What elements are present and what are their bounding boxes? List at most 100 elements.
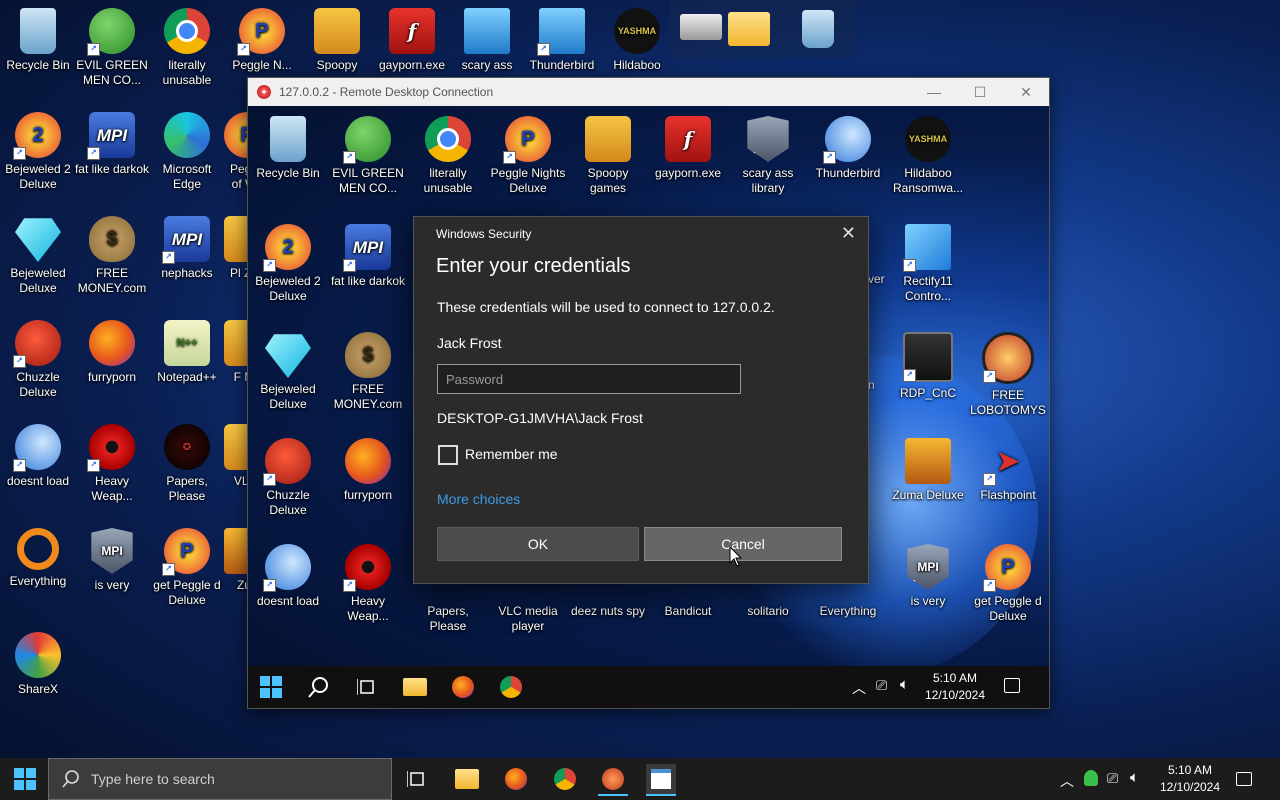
more-choices-link[interactable]: More choices	[437, 491, 520, 507]
rdp-icon-deez-nuts-spy[interactable]: deez nuts spy	[570, 604, 646, 619]
desktop-icon-thunderbird[interactable]: ↗ Thunderbird	[524, 8, 600, 73]
tray-volume-icon[interactable]: 🔈︎	[1130, 769, 1139, 786]
rdp-icon-furryporn[interactable]: furryporn	[330, 438, 406, 503]
rdp-icon-peggle-nights[interactable]: P ↗ Peggle Nights Deluxe	[490, 116, 566, 196]
recycle-bin-icon[interactable]	[802, 10, 834, 48]
chrome-button[interactable]	[496, 672, 526, 702]
flash-icon: f	[665, 116, 711, 162]
desktop-icon-peggle-nights[interactable]: P ↗ Peggle N...	[224, 8, 300, 73]
search-button[interactable]	[304, 672, 334, 702]
desktop-icon-hildaboo[interactable]: YASHMA Hildaboo	[599, 8, 675, 73]
rdp-icon-bandicut[interactable]: Bandicut	[650, 604, 726, 619]
desktop-icon-bejeweled[interactable]: Bejeweled Deluxe	[0, 216, 76, 296]
taskbar-search-box[interactable]: Type here to search	[48, 758, 392, 800]
desktop-icon-literally-unusable[interactable]: literally unusable	[149, 8, 225, 88]
remote-tray-network-icon[interactable]: ⎚	[876, 677, 887, 694]
desktop-icon-recycle-bin[interactable]: Recycle Bin	[0, 8, 76, 73]
tray-people-icon[interactable]	[1084, 770, 1098, 786]
rdp-icon-flashpoint[interactable]: ➤ ↗ Flashpoint	[970, 438, 1046, 503]
desktop-icon-spoopy[interactable]: Spoopy	[299, 8, 375, 73]
chrome-button[interactable]	[550, 764, 580, 794]
maximize-button[interactable]: ☐	[957, 78, 1003, 106]
rdp-icon-gayporn-exe[interactable]: f gayporn.exe	[650, 116, 726, 181]
desktop-icon-nephacks[interactable]: MPI ↗ nephacks	[149, 216, 225, 281]
rdp-icon-literally-unusable[interactable]: literally unusable	[410, 116, 486, 196]
remote-tray-chevron-icon[interactable]: ︿	[852, 678, 866, 698]
file-explorer-button[interactable]	[452, 764, 482, 794]
desktop-icon-fat-like-darkok[interactable]: MPI ↗ fat like darkok	[74, 112, 150, 177]
desktop-icon-chuzzle[interactable]: ↗ Chuzzle Deluxe	[0, 320, 76, 400]
folder-icon[interactable]	[728, 12, 770, 46]
remember-me-checkbox[interactable]	[438, 445, 458, 465]
drive-icon[interactable]	[680, 14, 722, 40]
rdp-icon-spoopy-games[interactable]: Spoopy games	[570, 116, 646, 196]
desktop-icon-get-peggle[interactable]: P ↗ get Peggle d Deluxe	[149, 528, 225, 608]
desktop-icon-doesnt-load[interactable]: ↗ doesnt load	[0, 424, 76, 489]
username-label: Jack Frost	[437, 335, 502, 351]
rdp-icon-solitario[interactable]: solitario	[730, 604, 806, 619]
desktop-icon-notepadpp[interactable]: N++ Notepad++	[149, 320, 225, 385]
desktop-icon-furryporn[interactable]: furryporn	[74, 320, 150, 385]
tray-chevron-icon[interactable]: ︿	[1060, 771, 1074, 791]
firefox-button[interactable]	[501, 764, 531, 794]
ok-button[interactable]: OK	[437, 527, 639, 561]
rdp-icon-zuma[interactable]: Zuma Deluxe	[890, 438, 966, 503]
file-explorer-button[interactable]	[400, 672, 430, 702]
rdp-titlebar[interactable]: ✦ 127.0.0.2 - Remote Desktop Connection …	[248, 78, 1049, 106]
rdp-icon-doesnt-load[interactable]: ↗ doesnt load	[250, 544, 326, 609]
task-view-icon	[407, 771, 424, 787]
rdp-icon-chuzzle[interactable]: ↗ Chuzzle Deluxe	[250, 438, 326, 518]
remember-me-label[interactable]: Remember me	[465, 446, 558, 462]
close-window-button[interactable]: ✕	[1003, 78, 1049, 106]
rdp-icon-thunderbird[interactable]: ↗ Thunderbird	[810, 116, 886, 181]
folder-icon	[455, 769, 479, 789]
rdp-icon-rdp-cnc[interactable]: ↗ RDP_CnC	[890, 332, 966, 401]
rdp-icon-free-lobotomys[interactable]: ↗ FREE LOBOTOMYS	[970, 332, 1046, 418]
rdp-icon-papers-please[interactable]: Papers, Please	[410, 604, 486, 634]
rdp-icon-everything[interactable]: Everything	[810, 604, 886, 619]
rdp-icon-fat-like-darkok[interactable]: MPI ↗ fat like darkok	[330, 224, 406, 289]
desktop-icon-bejeweled-2[interactable]: 2 ↗ Bejeweled 2 Deluxe	[0, 112, 76, 192]
rdp-icon-recycle-bin[interactable]: Recycle Bin	[250, 116, 326, 181]
windows-security-dialog: Windows Security ✕ Enter your credential…	[413, 216, 869, 584]
cancel-button[interactable]: Cancel	[644, 527, 842, 561]
desktop-icon-gayporn-exe[interactable]: f gayporn.exe	[374, 8, 450, 73]
windows-11-icon: ↗	[903, 224, 951, 272]
desktop-icon-microsoft-edge[interactable]: Microsoft Edge	[149, 112, 225, 192]
minimize-button[interactable]: —	[911, 78, 957, 106]
rdp-icon-bejeweled-2[interactable]: 2 ↗ Bejeweled 2 Deluxe	[250, 224, 326, 304]
desktop-icon-evil-green-men[interactable]: ↗ EVIL GREEN MEN CO...	[74, 8, 150, 88]
taskbar-clock[interactable]: 5:10 AM 12/10/2024	[1150, 762, 1230, 796]
start-button[interactable]	[256, 672, 286, 702]
tray-network-icon[interactable]: ⎚	[1107, 770, 1118, 787]
password-input[interactable]	[437, 364, 741, 394]
desktop-icon-sharex[interactable]: ShareX	[0, 632, 76, 697]
desktop-icon-heavy-weapon[interactable]: ↗ Heavy Weap...	[74, 424, 150, 504]
desktop-icon-everything[interactable]: Everything	[0, 528, 76, 589]
rdp-icon-vlc[interactable]: VLC media player	[490, 604, 566, 634]
rdp-icon-evil-green-men[interactable]: ↗ EVIL GREEN MEN CO...	[330, 116, 406, 196]
rdp-icon-free-money[interactable]: $ FREE MONEY.com	[330, 332, 406, 412]
rdp-icon-scary-ass-library[interactable]: ↗ scary ass library	[730, 116, 806, 196]
remote-tray-volume-icon[interactable]: 🔈︎	[900, 676, 909, 693]
security-taskbar-button[interactable]	[646, 764, 676, 796]
notification-center-icon[interactable]	[1236, 772, 1252, 786]
rdp-icon-rectify11[interactable]: ↗ Rectify11 Contro...	[890, 224, 966, 304]
task-view-button[interactable]	[402, 764, 432, 794]
rdp-icon-is-very[interactable]: MPI ↗ is very	[890, 544, 966, 609]
desktop-icon-is-very[interactable]: MPI is very	[74, 528, 150, 593]
desktop-icon-free-money[interactable]: $ FREE MONEY.com	[74, 216, 150, 296]
start-button[interactable]	[10, 764, 40, 794]
remote-desktop-taskbar-button[interactable]	[598, 764, 628, 796]
rdp-icon-hildaboo[interactable]: YASHMA Hildaboo Ransomwa...	[890, 116, 966, 196]
desktop-icon-scary-ass[interactable]: scary ass	[449, 8, 525, 73]
desktop-icon-papers-please[interactable]: ✪ Papers, Please	[149, 424, 225, 504]
dialog-close-button[interactable]: ✕	[841, 223, 856, 244]
task-view-button[interactable]	[352, 672, 382, 702]
remote-notification-icon[interactable]	[1004, 678, 1020, 693]
rdp-icon-get-peggle[interactable]: P ↗ get Peggle d Deluxe	[970, 544, 1046, 624]
rdp-icon-bejeweled[interactable]: Bejeweled Deluxe	[250, 332, 326, 412]
rdp-icon-heavy-weapon[interactable]: ↗ Heavy Weap...	[330, 544, 406, 624]
remote-clock[interactable]: 5:10 AM 12/10/2024	[920, 670, 990, 704]
firefox-button[interactable]	[448, 672, 478, 702]
